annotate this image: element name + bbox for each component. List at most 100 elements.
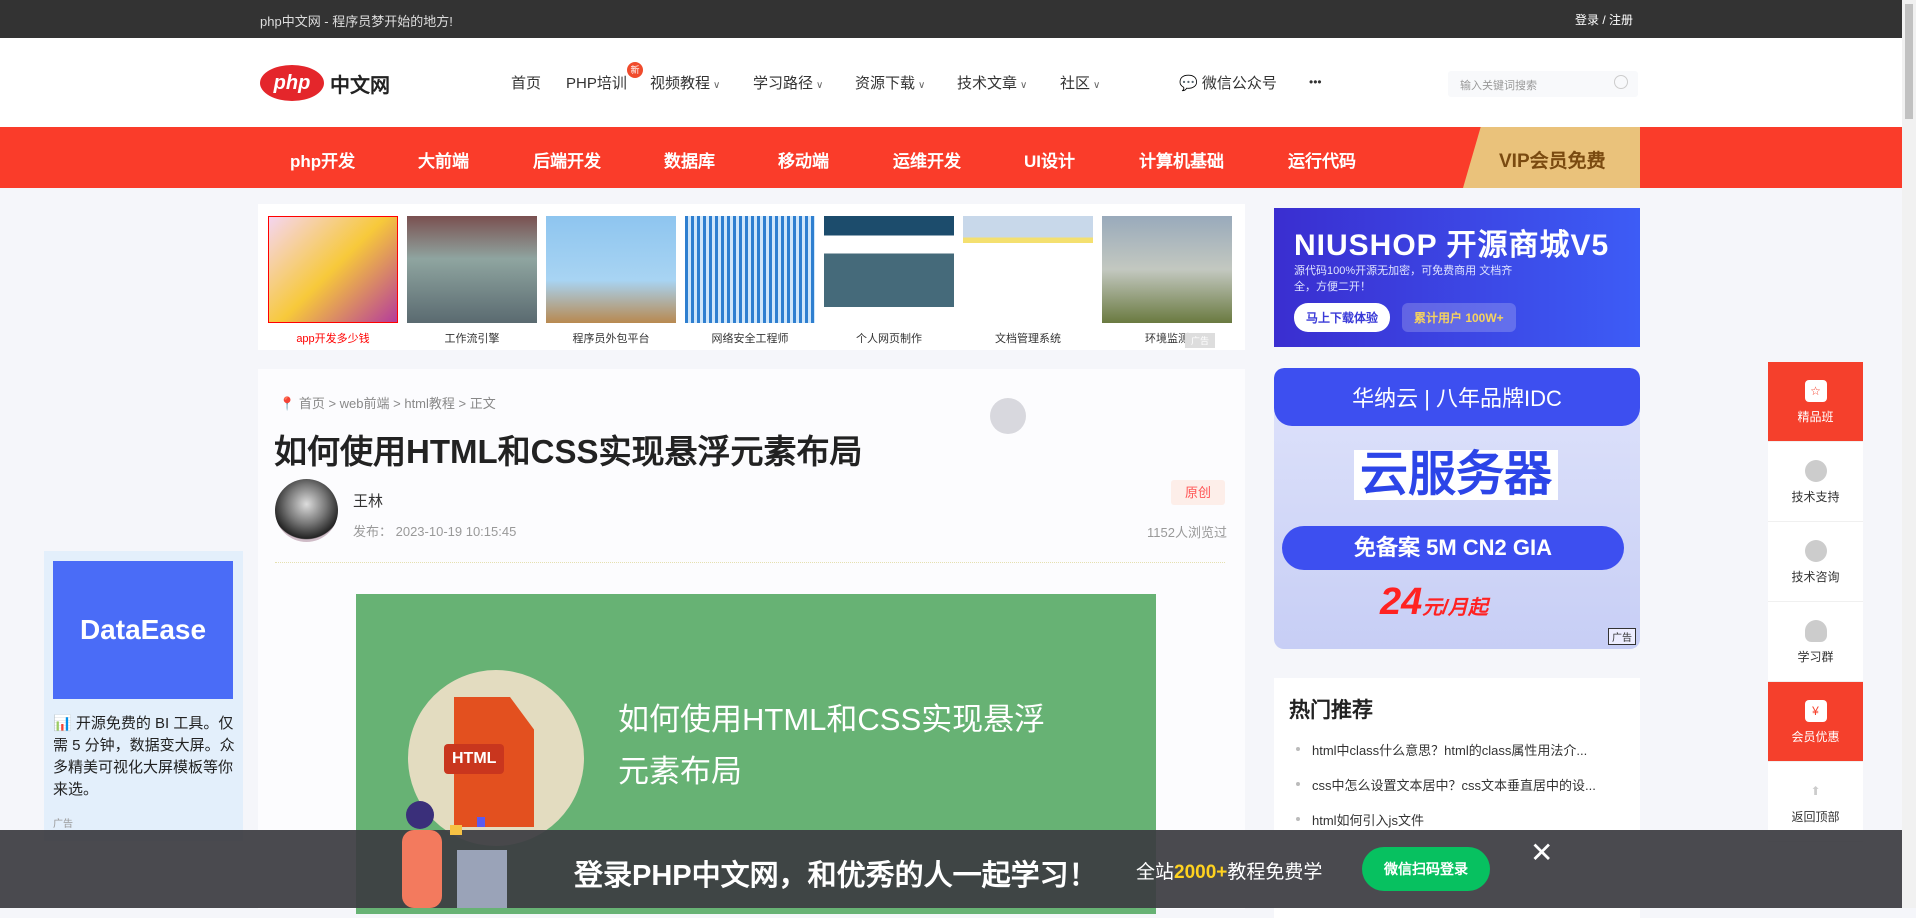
sidebar-item-group[interactable]: 学习群 — [1768, 602, 1863, 682]
thumbnail-ads: app开发多少钱 工作流引擎 程序员外包平台 网络安全工程师 个人网页制作 文档… — [258, 204, 1245, 350]
wechat-icon: 💬 — [1179, 75, 1198, 92]
category-mobile[interactable]: 移动端 — [778, 147, 829, 172]
search-placeholder: 输入关键词搜索 — [1460, 80, 1537, 92]
mouse-cursor — [990, 398, 1026, 434]
price-value: 24 — [1380, 581, 1423, 623]
vip-button[interactable]: VIP会员免费 — [1463, 127, 1640, 188]
login-banner: 登录PHP中文网，和优秀的人一起学习！ 全站2000+教程免费学 微信扫码登录 … — [0, 801, 1902, 908]
nav-label: 视频教程 — [650, 75, 711, 92]
sidebar-label: 精品班 — [1797, 410, 1834, 424]
thumb-caption[interactable]: 工作流引擎 — [407, 330, 537, 346]
category-backend[interactable]: 后端开发 — [533, 147, 601, 172]
page-title: 如何使用HTML和CSS实现悬浮元素布局 — [274, 433, 863, 470]
thumb-caption[interactable]: 程序员外包平台 — [546, 330, 676, 346]
nav-community[interactable]: 社区 ∨ — [1060, 72, 1100, 93]
breadcrumb-home[interactable]: 首页 — [299, 396, 325, 411]
new-badge: 新 — [627, 62, 643, 78]
logo-text: 中文网 — [330, 74, 390, 97]
left-ad[interactable]: DataEase 📊 开源免费的 BI 工具。仅需 5 分钟，数据变大屏。众多精… — [44, 551, 243, 841]
niushop-ad[interactable]: NIUSHOP 开源商城V5 源代码100%开源无加密，可免费商用 文档齐全，方… — [1274, 208, 1640, 347]
nav-home[interactable]: 首页 — [511, 72, 541, 93]
nav-video[interactable]: 视频教程 ∨ — [650, 72, 720, 93]
sidebar-label: 技术支持 — [1791, 490, 1840, 504]
ad-brand: 华纳云 | 八年品牌IDC — [1274, 368, 1640, 426]
headset-icon — [1804, 460, 1827, 482]
hero-text: 如何使用HTML和CSS实现悬浮元素布局 — [618, 702, 1046, 789]
hot-title: 热门推荐 — [1289, 699, 1373, 722]
list-item[interactable]: html中class什么意思？html的class属性用法介... — [1295, 740, 1587, 759]
category-database[interactable]: 数据库 — [664, 147, 715, 172]
author-name[interactable]: 王林 — [353, 490, 383, 511]
sidebar-item-support[interactable]: 技术支持 — [1768, 442, 1863, 522]
separator: / — [1602, 13, 1606, 27]
location-icon: 📍 — [279, 396, 296, 411]
ad-subtitle: 源代码100%开源无加密，可免费商用 文档齐全，方便二开！ — [1294, 265, 1513, 293]
thumb-caption[interactable]: 网络安全工程师 — [685, 330, 815, 346]
thumb-image[interactable] — [1102, 216, 1232, 323]
qq-icon — [1804, 620, 1827, 642]
nav-path[interactable]: 学习路径 ∨ — [753, 72, 823, 93]
close-icon[interactable]: ✕ — [1530, 836, 1553, 869]
thumb-image[interactable] — [824, 216, 954, 323]
nav-wechat[interactable]: 💬 微信公众号 — [1179, 72, 1277, 93]
breadcrumb-html[interactable]: html教程 — [404, 396, 455, 411]
sidebar-item-consult[interactable]: 技术咨询 — [1768, 522, 1863, 602]
nav-label: PHP培训 — [566, 75, 627, 92]
left-ad-text: 📊 开源免费的 BI 工具。仅需 5 分钟，数据变大屏。众多精美可视化大屏模板等… — [53, 715, 235, 798]
download-button[interactable]: 马上下载体验 — [1294, 303, 1391, 332]
hncloud-ad[interactable]: 华纳云 | 八年品牌IDC 云服务器 免备案 5M CN2 GIA 24元/月起… — [1274, 368, 1640, 649]
wechat-login-button[interactable]: 微信扫码登录 — [1362, 847, 1490, 891]
register-link[interactable]: 注册 — [1609, 13, 1633, 27]
thumb-caption[interactable]: app开发多少钱 — [268, 330, 398, 346]
dataease-logo: DataEase — [53, 561, 233, 699]
publish-date: 发布： 2023-10-19 10:15:45 — [353, 524, 517, 539]
logo-php: php — [260, 65, 324, 101]
login-link[interactable]: 登录 — [1575, 13, 1599, 27]
sidebar-item-discount[interactable]: ¥ 会员优惠 — [1768, 682, 1863, 762]
more-icon[interactable]: ••• — [1309, 75, 1322, 89]
price-unit: 元/月起 — [1422, 597, 1488, 619]
thumb-image[interactable] — [407, 216, 537, 323]
thumb-caption[interactable]: 文档管理系统 — [963, 330, 1093, 346]
breadcrumb-web[interactable]: web前端 — [340, 396, 390, 411]
banner-headline: 登录PHP中文网，和优秀的人一起学习！ — [574, 860, 1098, 892]
category-devops[interactable]: 运维开发 — [893, 147, 961, 172]
scrollbar[interactable] — [1902, 0, 1916, 908]
thumb-caption[interactable]: 个人网页制作 — [824, 330, 954, 346]
search-input[interactable]: 输入关键词搜索 — [1448, 71, 1638, 97]
banner-subtitle: 全站2000+教程免费学 — [1136, 857, 1322, 884]
sidebar-item-premium[interactable]: ☆ 精品班 — [1768, 362, 1863, 442]
category-run-code[interactable]: 运行代码 — [1288, 147, 1356, 172]
category-frontend[interactable]: 大前端 — [418, 147, 469, 172]
list-item[interactable]: html如何引入js文件 — [1296, 810, 1424, 829]
bookmark-star-icon: ☆ — [1804, 380, 1827, 402]
thumb-image[interactable] — [963, 216, 1093, 323]
sidebar-label: 返回顶部 — [1791, 810, 1840, 824]
category-cs[interactable]: 计算机基础 — [1139, 147, 1224, 172]
category-php[interactable]: php开发 — [290, 147, 355, 172]
nav-label: 技术文章 — [957, 75, 1018, 92]
nav-download[interactable]: 资源下载 ∨ — [855, 72, 925, 93]
list-item[interactable]: css中怎么设置文本居中？css文本垂直居中的设... — [1296, 775, 1596, 794]
view-count: 1152人浏览过 — [1147, 525, 1227, 540]
nav-php-training[interactable]: PHP培训新 — [566, 62, 643, 93]
category-ui[interactable]: UI设计 — [1024, 147, 1075, 172]
nav-label: 社区 — [1060, 75, 1091, 92]
category-bar: php开发 大前端 后端开发 数据库 移动端 运维开发 UI设计 计算机基础 运… — [0, 127, 1902, 188]
site-logo[interactable]: php 中文网 — [260, 65, 390, 101]
ad-label: 广告 — [53, 819, 73, 830]
thumb-image[interactable] — [268, 216, 398, 323]
header: php 中文网 首页 PHP培训新 视频教程 ∨ 学习路径 ∨ 资源下载 ∨ 技术文章 ∨… — [0, 38, 1902, 127]
avatar[interactable] — [275, 479, 338, 542]
wechat-icon — [1804, 540, 1827, 562]
auth-links: 登录 / 注册 — [1575, 11, 1633, 28]
thumb-image[interactable] — [546, 216, 676, 323]
scrollbar-thumb[interactable] — [1905, 4, 1913, 119]
site-slogan: php中文网 - 程序员梦开始的地方! — [260, 14, 453, 29]
search-icon[interactable] — [1614, 75, 1628, 89]
chevron-down-icon: ∨ — [1093, 80, 1101, 91]
chevron-down-icon: ∨ — [1020, 80, 1028, 91]
thumb-image[interactable] — [685, 216, 815, 323]
arrow-up-icon: ⬆ — [1810, 784, 1821, 798]
nav-articles[interactable]: 技术文章 ∨ — [957, 72, 1027, 93]
